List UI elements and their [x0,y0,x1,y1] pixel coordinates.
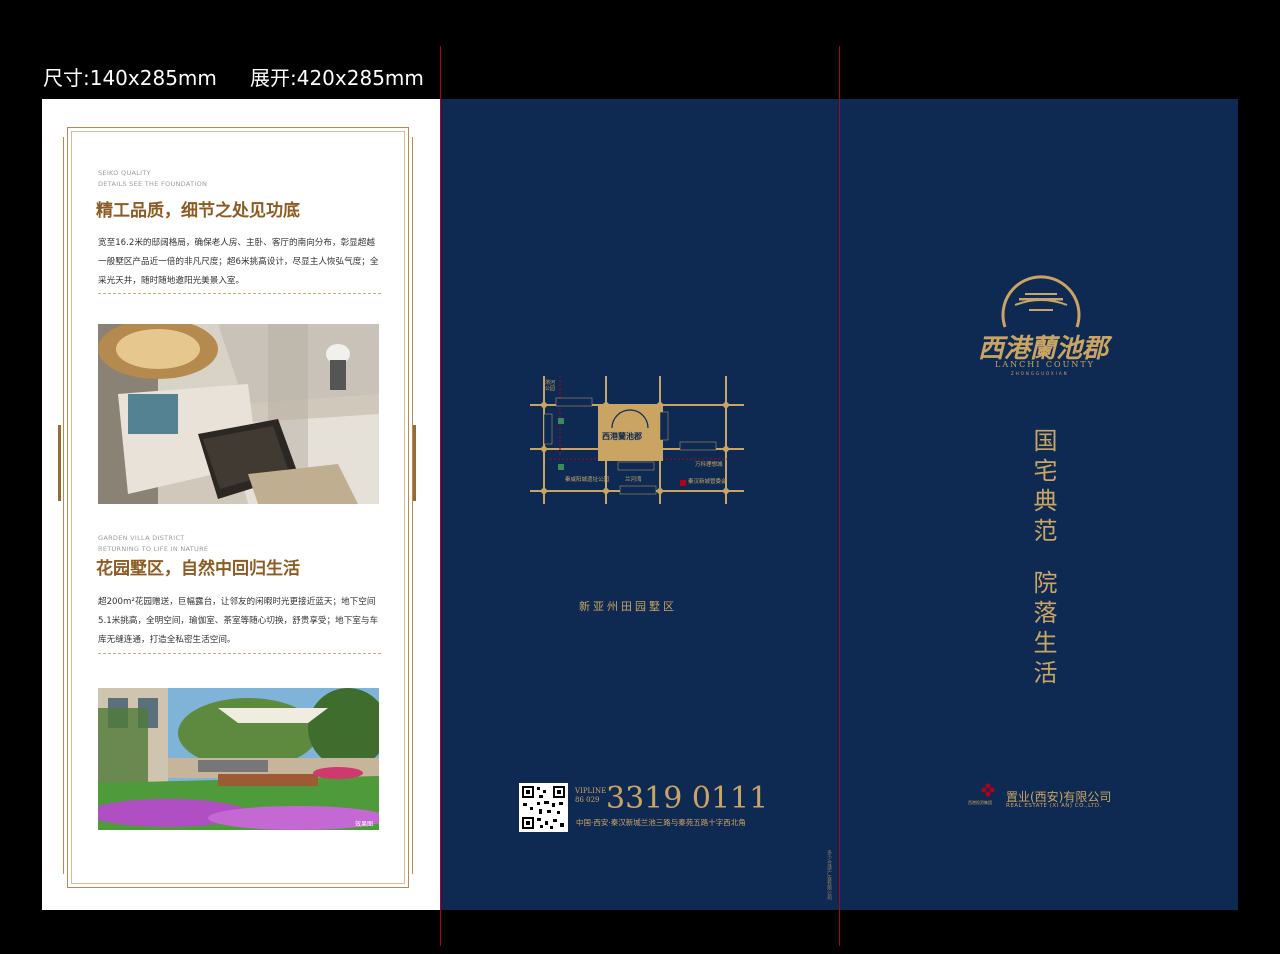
slogan-line-1: 国宅典范 [1029,428,1057,548]
section1-en-line1: SEIKO QUALITY [98,169,151,177]
section1-en-line2: DETAILS SEE THE FOUNDATION [98,180,208,188]
logo-english-name: LANCHI COUNTY [995,360,1095,369]
map-label-1: 秦汉新城管委会 [688,479,727,485]
frame-tab-left [58,425,61,501]
section2-en-line2: RETURNING TO LIFE IN NATURE [98,545,209,553]
slogan-line-2: 院落生活 [1029,570,1057,690]
map-label-5: 万科理想城 [695,462,723,468]
hotline-number: 3319 0111 [606,781,769,816]
section2-en-line1: GARDEN VILLA DISTRICT [98,534,185,542]
section2-body: 超200m²花园赠送，巨幅露台，让邻友的闲暇时光更接近蓝天；地下空间5.1米挑高… [98,597,379,645]
area-caption: 新亚州田园墅区 [579,600,677,613]
size-spec: 尺寸:140x285mm [43,66,217,90]
photo-caption: 效果图 [354,821,373,828]
company-en-name: REAL ESTATE (XI AN) CO.,LTD. [1006,803,1102,809]
section1-divider [98,293,381,294]
section1-body: 宽至16.2米的邸阔格局，确保老人房、主卧、客厅的南向分布，彰显超越一般墅区产品… [98,238,379,286]
company-logo-icon [981,783,995,797]
map-label-8: 兰河湾 [625,477,642,483]
section1-heading: 精工品质，细节之处见功底 [96,201,300,221]
map-label-2: 秦咸阳城遗址公园 [565,477,610,483]
garden-photo: 效果图 [98,688,379,830]
section2-divider [98,653,381,654]
map-label-0: 渭河公园 [545,380,556,392]
unfold-spec: 展开:420x285mm [250,66,424,90]
section2-heading: 花园墅区，自然中回归生活 [96,559,300,579]
logo-emblem-icon [1001,275,1081,328]
qr-code [519,783,568,832]
frame-side-left [63,137,65,874]
vipline-text: VIPLINE [575,787,607,795]
area-code: 86 029 [575,796,600,804]
map-center-label: 西港蘭池郡 [602,431,642,441]
company-small-name: 西港投资集团 [968,800,992,805]
side-note: 多少合适广告有限公司 [826,850,832,900]
project-address: 中国·西安·秦汉新城兰池三路与秦苑五路十字西北角 [576,818,746,827]
frame-side-right [412,137,414,874]
interior-photo [98,324,379,504]
vipline-label: VIPLINE 86 029 [575,787,606,805]
frame-tab-right [413,425,416,501]
location-map [530,376,744,504]
logo-english-sub: ZHONGGUOXIAN [1011,371,1069,376]
